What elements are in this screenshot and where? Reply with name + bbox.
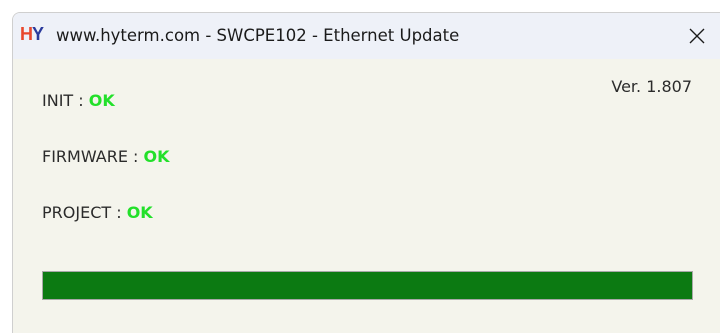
close-icon xyxy=(689,28,705,44)
update-window: HY www.hyterm.com - SWCPE102 - Ethernet … xyxy=(12,12,720,333)
status-init-label: INIT : xyxy=(42,91,89,110)
progress-bar-fill xyxy=(43,272,692,299)
status-init-value: OK xyxy=(88,91,115,110)
status-project: PROJECT : OK xyxy=(42,203,153,222)
status-init: INIT : OK xyxy=(42,91,115,110)
status-firmware-value: OK xyxy=(143,147,170,166)
title-bar[interactable]: HY www.hyterm.com - SWCPE102 - Ethernet … xyxy=(13,13,720,59)
app-logo: HY xyxy=(20,24,44,45)
status-project-label: PROJECT : xyxy=(42,203,127,222)
window-title: www.hyterm.com - SWCPE102 - Ethernet Upd… xyxy=(56,26,460,45)
progress-bar xyxy=(42,271,693,300)
version-label: Ver. 1.807 xyxy=(611,77,692,96)
status-firmware: FIRMWARE : OK xyxy=(42,147,170,166)
status-firmware-label: FIRMWARE : xyxy=(42,147,144,166)
close-button[interactable] xyxy=(674,13,720,59)
logo-letter-h: H xyxy=(20,24,33,44)
logo-letter-y: Y xyxy=(32,24,44,44)
status-project-value: OK xyxy=(126,203,153,222)
